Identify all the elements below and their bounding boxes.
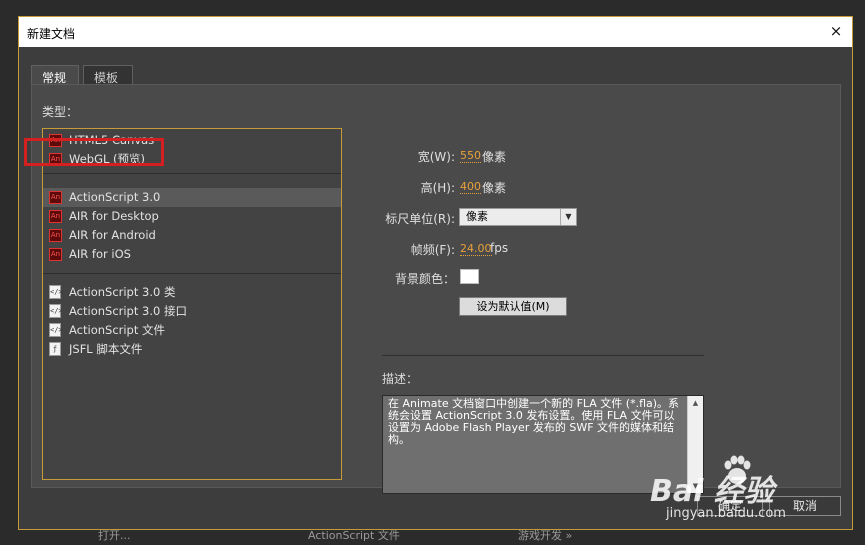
height-value[interactable]: 400	[460, 180, 481, 194]
description-content: 在 Animate 文档窗口中创建一个新的 FLA 文件 (*.fla)。系统会…	[388, 397, 680, 446]
watermark-url: jingyan.baidu.com	[666, 506, 786, 521]
type-item-label: AIR for Desktop	[69, 209, 159, 223]
ruler-unit-value: 像素	[466, 210, 488, 223]
height-label: 高(H):	[420, 181, 455, 195]
type-item-label: ActionScript 3.0 接口	[69, 304, 187, 318]
ruler-unit-select[interactable]: 像素 ▼	[459, 208, 577, 226]
fps-value[interactable]: 24.00	[460, 242, 492, 256]
dialog-titlebar: 新建文档 ×	[19, 17, 852, 47]
type-item-as3-interface[interactable]: </> ActionScript 3.0 接口	[43, 302, 341, 321]
type-item-as3-class[interactable]: </> ActionScript 3.0 类	[43, 283, 341, 302]
type-item-air-desktop[interactable]: An AIR for Desktop	[43, 207, 341, 226]
bg-color-label: 背景颜色：	[394, 272, 455, 286]
type-item-label: AIR for iOS	[69, 247, 131, 261]
ruler-unit-label: 标尺单位(R):	[385, 212, 455, 226]
animate-icon: An	[49, 248, 62, 261]
script-doc-icon: ƒ	[49, 342, 61, 356]
scroll-up-icon[interactable]: ▲	[688, 396, 703, 410]
chevron-down-icon: ▼	[560, 209, 576, 225]
description-label: 描述：	[382, 372, 419, 386]
type-item-jsfl[interactable]: ƒ JSFL 脚本文件	[43, 340, 341, 359]
animate-icon: An	[49, 229, 62, 242]
type-item-label: ActionScript 3.0	[69, 190, 161, 204]
new-document-dialog: 新建文档 × 常规 模板 类型： An HTML5 Canvas An WebG…	[18, 16, 853, 530]
animate-icon: An	[49, 210, 62, 223]
type-label: 类型：	[42, 105, 79, 119]
code-doc-icon: </>	[49, 285, 63, 299]
close-icon[interactable]: ×	[828, 23, 844, 39]
width-value[interactable]: 550	[460, 149, 481, 163]
type-item-actionscript3[interactable]: An ActionScript 3.0	[43, 188, 341, 207]
type-item-label: JSFL 脚本文件	[69, 342, 143, 356]
set-default-button[interactable]: 设为默认值(M)	[459, 297, 567, 316]
width-unit: 像素	[482, 150, 507, 164]
code-doc-icon: </>	[49, 304, 63, 318]
list-divider	[43, 173, 341, 174]
watermark-logo-text: Bai 经验	[650, 474, 774, 509]
code-doc-icon: </>	[49, 323, 63, 337]
height-unit: 像素	[482, 181, 507, 195]
list-divider	[43, 273, 341, 274]
selection-highlight-annotation	[24, 138, 164, 166]
type-item-label: ActionScript 文件	[69, 323, 166, 337]
description-divider	[382, 355, 704, 356]
type-item-label: AIR for Android	[69, 228, 156, 242]
baidu-watermark: Bai 经验 jingyan.baidu.com	[640, 454, 860, 544]
type-list: An HTML5 Canvas An WebGL (预览) An ActionS…	[42, 128, 342, 480]
type-item-air-android[interactable]: An AIR for Android	[43, 226, 341, 245]
type-item-air-ios[interactable]: An AIR for iOS	[43, 245, 341, 264]
tab-general[interactable]: 常规	[31, 65, 79, 85]
fps-label: 帧频(F):	[410, 243, 455, 257]
general-panel: 类型： An HTML5 Canvas An WebGL (预览) An Act…	[24, 84, 841, 494]
animate-icon: An	[49, 191, 62, 204]
type-item-label: ActionScript 3.0 类	[69, 285, 176, 299]
bg-color-swatch[interactable]	[460, 269, 479, 284]
width-label: 宽(W):	[417, 150, 455, 164]
tab-templates[interactable]: 模板	[83, 65, 133, 85]
fps-unit: fps	[490, 241, 509, 255]
type-item-as-file[interactable]: </> ActionScript 文件	[43, 321, 341, 340]
dialog-title: 新建文档	[27, 27, 76, 41]
